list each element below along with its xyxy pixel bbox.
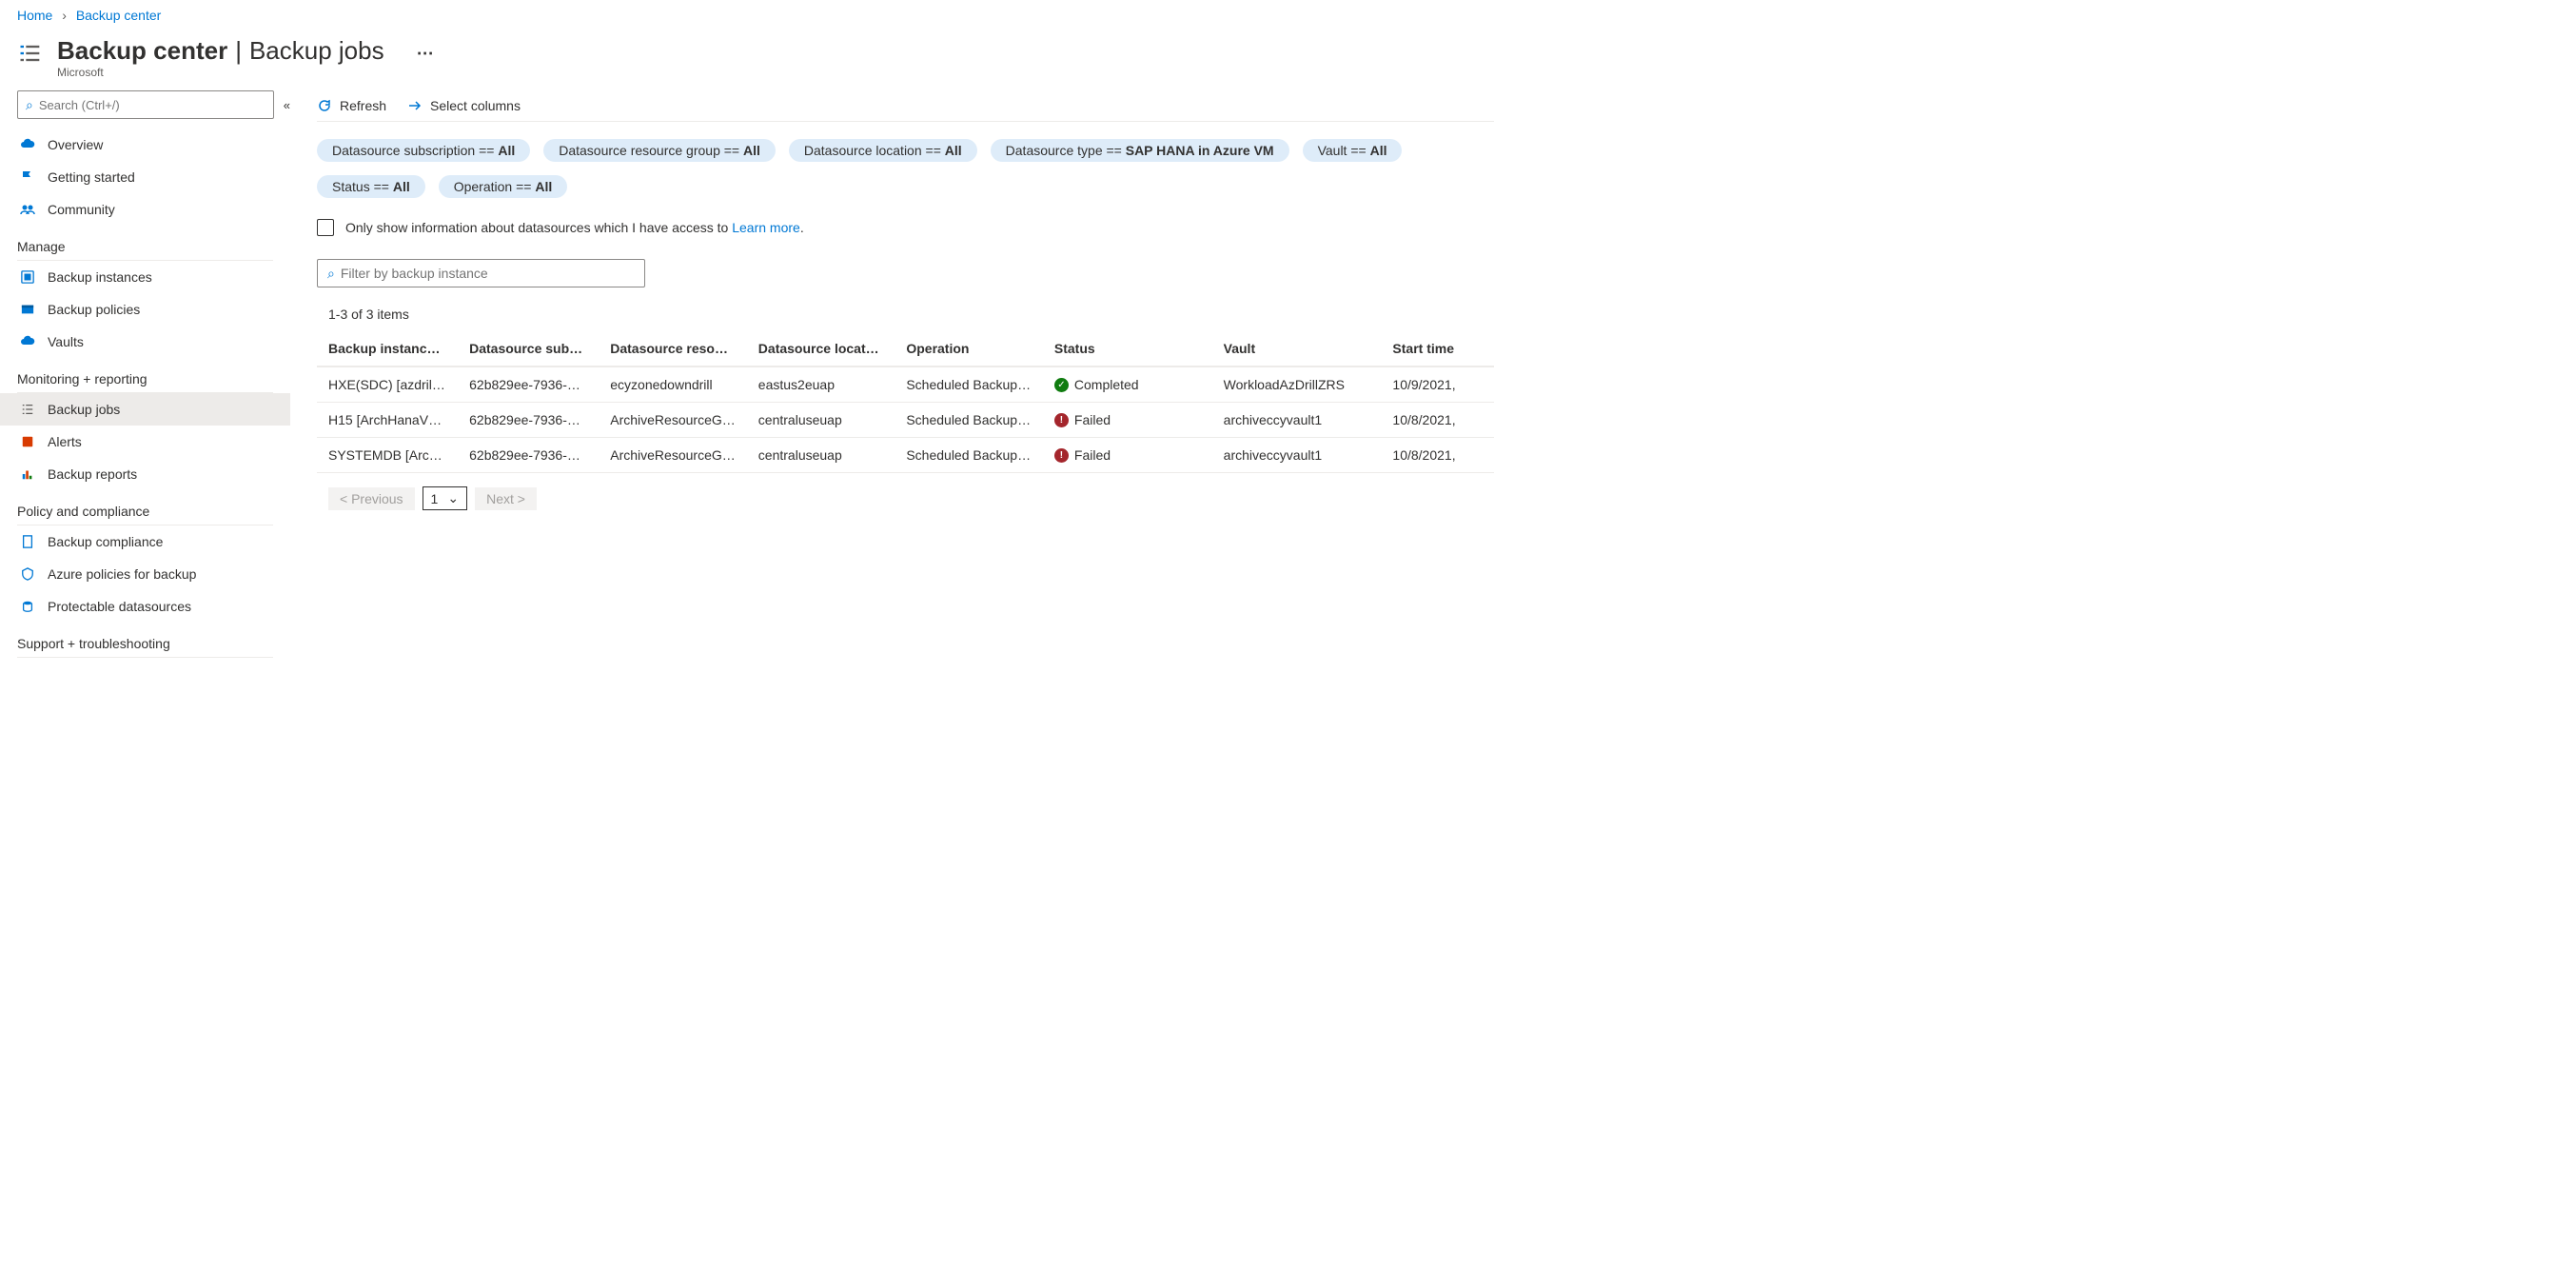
sidebar-section-policy: Policy and compliance <box>17 490 273 525</box>
access-checkbox[interactable] <box>317 219 334 236</box>
page-number: 1 <box>431 491 439 506</box>
sidebar-item-getting-started[interactable]: Getting started <box>0 161 290 193</box>
page-title: Backup center <box>57 36 227 66</box>
search-icon: ⌕ <box>327 266 335 282</box>
table-row[interactable]: H15 [ArchHanaVM1]62b829ee-7936-40c9…Arch… <box>317 403 1494 438</box>
sidebar-item-vaults[interactable]: Vaults <box>0 326 290 358</box>
policies-icon <box>19 301 36 318</box>
search-icon: ⌕ <box>26 97 33 113</box>
more-button[interactable]: ⋯ <box>417 44 435 64</box>
table-row[interactable]: HXE(SDC) [azdrillzon…62b829ee-7936-40c9…… <box>317 367 1494 403</box>
arrow-right-icon <box>407 98 423 113</box>
refresh-label: Refresh <box>340 98 386 113</box>
compliance-icon <box>19 533 36 550</box>
sidebar-item-backup-jobs[interactable]: Backup jobs <box>0 393 290 426</box>
page-header: Backup center | Backup jobs ⋯ Microsoft <box>0 30 1494 89</box>
col-location[interactable]: Datasource locat… <box>747 331 895 367</box>
col-operation[interactable]: Operation <box>895 331 1043 367</box>
filter-pill[interactable]: Operation == All <box>439 175 568 198</box>
result-count: 1-3 of 3 items <box>317 287 1494 331</box>
sidebar-item-label: Community <box>48 202 115 217</box>
pager: < Previous 1 ⌄ Next > <box>317 473 1494 510</box>
sidebar-item-community[interactable]: Community <box>0 193 290 226</box>
success-icon: ✓ <box>1054 378 1069 392</box>
failed-icon: ! <box>1054 448 1069 463</box>
jobs-table: Backup instance↑↓ Datasource subs… Datas… <box>317 331 1494 473</box>
sidebar-section-support: Support + troubleshooting <box>17 623 273 658</box>
refresh-button[interactable]: Refresh <box>317 98 386 113</box>
sidebar-item-label: Protectable datasources <box>48 599 191 614</box>
col-subscription[interactable]: Datasource subs… <box>458 331 599 367</box>
filter-pill[interactable]: Vault == All <box>1303 139 1403 162</box>
breadcrumb-current[interactable]: Backup center <box>76 8 162 23</box>
chevron-right-icon: › <box>62 8 67 23</box>
vault-icon <box>19 333 36 350</box>
sidebar-item-label: Backup compliance <box>48 534 163 549</box>
sidebar-item-label: Backup policies <box>48 302 140 317</box>
breadcrumb-home[interactable]: Home <box>17 8 52 23</box>
select-columns-button[interactable]: Select columns <box>407 98 521 113</box>
sidebar-item-overview[interactable]: Overview <box>0 129 290 161</box>
prev-button[interactable]: < Previous <box>328 487 415 510</box>
chevron-down-icon: ⌄ <box>447 490 459 506</box>
sidebar-item-label: Vaults <box>48 334 84 349</box>
search-input[interactable]: ⌕ <box>17 90 274 119</box>
datasource-icon <box>19 598 36 615</box>
sidebar-section-manage: Manage <box>17 226 273 261</box>
backup-center-icon <box>17 34 44 69</box>
sidebar-item-alerts[interactable]: Alerts <box>0 426 290 458</box>
learn-more-link[interactable]: Learn more <box>732 220 800 235</box>
jobs-icon <box>19 401 36 418</box>
filter-pills: Datasource subscription == All Datasource… <box>317 122 1494 198</box>
col-status[interactable]: Status <box>1043 331 1212 367</box>
failed-icon: ! <box>1054 413 1069 427</box>
filter-pill[interactable]: Datasource resource group == All <box>543 139 776 162</box>
sidebar-item-backup-reports[interactable]: Backup reports <box>0 458 290 490</box>
sidebar-section-monitoring: Monitoring + reporting <box>17 358 273 393</box>
sidebar-item-label: Overview <box>48 137 103 152</box>
col-start-time[interactable]: Start time <box>1381 331 1494 367</box>
next-button[interactable]: Next > <box>475 487 537 510</box>
filter-input[interactable]: ⌕ <box>317 259 645 287</box>
filter-pill[interactable]: Datasource location == All <box>789 139 977 162</box>
toolbar: Refresh Select columns <box>317 89 1494 122</box>
sidebar-item-label: Backup reports <box>48 466 137 482</box>
col-vault[interactable]: Vault <box>1212 331 1382 367</box>
filter-pill[interactable]: Datasource type == SAP HANA in Azure VM <box>991 139 1289 162</box>
collapse-sidebar-icon[interactable]: « <box>284 98 290 112</box>
org-label: Microsoft <box>57 66 435 79</box>
refresh-icon <box>317 98 332 113</box>
page-select[interactable]: 1 ⌄ <box>423 486 468 510</box>
reports-icon <box>19 466 36 483</box>
breadcrumb: Home › Backup center <box>0 0 1494 30</box>
col-backup-instance[interactable]: Backup instance↑↓ <box>317 331 458 367</box>
table-row[interactable]: SYSTEMDB [ArchHan…62b829ee-7936-40c9…Arc… <box>317 438 1494 473</box>
sidebar-item-backup-compliance[interactable]: Backup compliance <box>0 525 290 558</box>
col-resource-group[interactable]: Datasource reso… <box>599 331 747 367</box>
page-subtitle: Backup jobs <box>249 36 384 66</box>
sidebar-item-label: Getting started <box>48 169 135 185</box>
sidebar-item-backup-policies[interactable]: Backup policies <box>0 293 290 326</box>
flag-icon <box>19 168 36 186</box>
access-checkbox-label: Only show information about datasources … <box>345 220 804 235</box>
sidebar-item-azure-policies[interactable]: Azure policies for backup <box>0 558 290 590</box>
cloud-icon <box>19 136 36 153</box>
sidebar-item-label: Azure policies for backup <box>48 566 196 582</box>
community-icon <box>19 201 36 218</box>
instances-icon <box>19 268 36 286</box>
azure-policy-icon <box>19 565 36 583</box>
sidebar: ⌕ « Overview Getting started Community M… <box>0 89 290 658</box>
page-title-divider: | <box>235 36 242 66</box>
sidebar-item-label: Backup jobs <box>48 402 120 417</box>
sidebar-item-backup-instances[interactable]: Backup instances <box>0 261 290 293</box>
alerts-icon <box>19 433 36 450</box>
sidebar-item-label: Backup instances <box>48 269 152 285</box>
filter-pill[interactable]: Status == All <box>317 175 425 198</box>
filter-pill[interactable]: Datasource subscription == All <box>317 139 530 162</box>
sidebar-item-protectable[interactable]: Protectable datasources <box>0 590 290 623</box>
select-columns-label: Select columns <box>430 98 521 113</box>
sidebar-item-label: Alerts <box>48 434 82 449</box>
